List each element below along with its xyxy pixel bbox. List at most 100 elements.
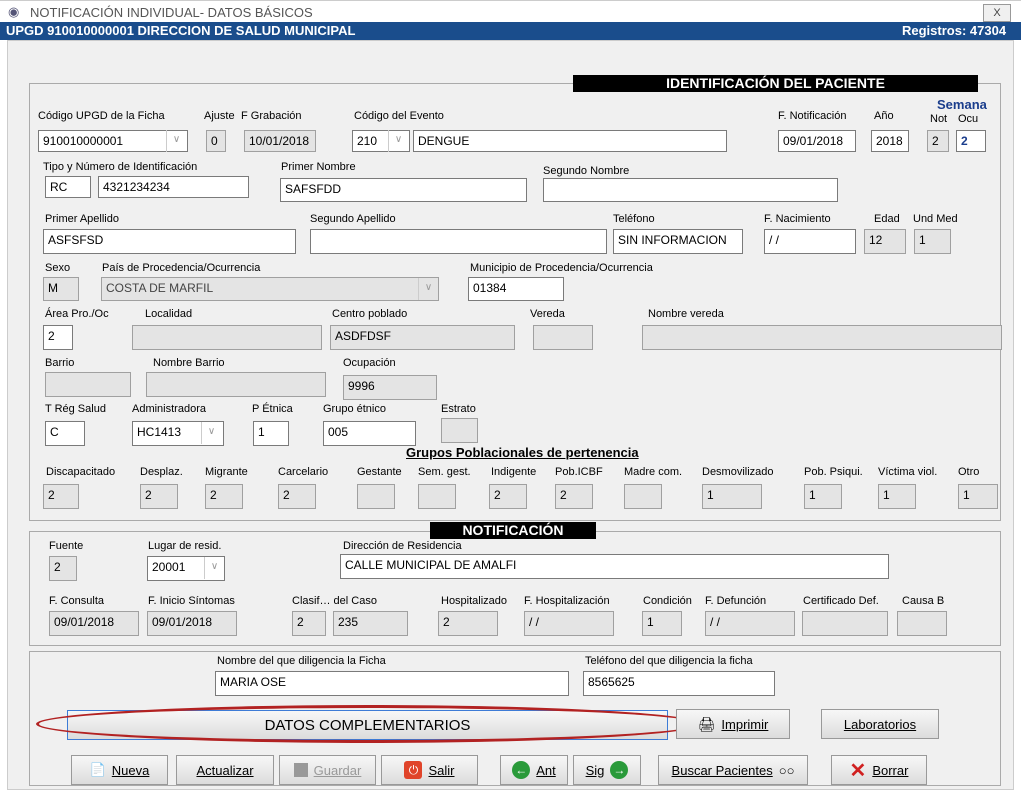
actualizar-button[interactable]: Actualizar bbox=[176, 755, 274, 785]
sexo-field[interactable]: M bbox=[43, 277, 79, 301]
telefono-field[interactable]: SIN INFORMACION bbox=[613, 229, 743, 254]
upgd-dropdown-arrow[interactable]: ∨ bbox=[166, 130, 186, 152]
buscar-pacientes-button[interactable]: Buscar Pacientes ○○ bbox=[658, 755, 808, 785]
laboratorios-label: Laboratorios bbox=[843, 716, 917, 732]
grupoetnico-field[interactable]: 005 bbox=[323, 421, 416, 446]
fconsulta-field[interactable]: 09/01/2018 bbox=[49, 611, 139, 636]
group-label: Otro bbox=[958, 466, 980, 478]
ajuste-field[interactable]: 0 bbox=[206, 130, 226, 152]
semana-ocu-field[interactable]: 2 bbox=[956, 130, 986, 152]
clasif2-field[interactable]: 235 bbox=[333, 611, 408, 636]
group-field[interactable] bbox=[418, 484, 456, 509]
centro-field[interactable]: ASDFDSF bbox=[330, 325, 515, 350]
tipoid-field[interactable]: RC bbox=[45, 176, 91, 198]
fhosp-field[interactable]: / / bbox=[524, 611, 614, 636]
group-field[interactable]: 1 bbox=[702, 484, 762, 509]
group-label: Carcelario bbox=[278, 466, 329, 478]
fnac-field[interactable]: / / bbox=[764, 229, 856, 254]
group-field[interactable]: 2 bbox=[489, 484, 527, 509]
finicio-field[interactable]: 09/01/2018 bbox=[147, 611, 237, 636]
group-field[interactable]: 1 bbox=[878, 484, 916, 509]
guardar-button[interactable]: Guardar bbox=[279, 755, 376, 785]
group-field[interactable]: 1 bbox=[804, 484, 842, 509]
fdef-label: F. Defunción bbox=[705, 595, 767, 607]
admin-dropdown-arrow[interactable]: ∨ bbox=[201, 422, 221, 444]
fdef-field[interactable]: / / bbox=[705, 611, 795, 636]
nueva-button[interactable]: 📄 Nueva bbox=[71, 755, 168, 785]
evento-name-field[interactable]: DENGUE bbox=[413, 130, 727, 152]
datos-complementarios-button[interactable]: DATOS COMPLEMENTARIOS bbox=[67, 710, 668, 740]
tel-diligencia-field[interactable]: 8565625 bbox=[583, 671, 775, 696]
undmed-field[interactable]: 1 bbox=[914, 229, 951, 254]
causab-label: Causa B bbox=[902, 595, 945, 607]
form-panel: IDENTIFICACIÓN DEL PACIENTE Código UPGD … bbox=[7, 40, 1014, 790]
centro-label: Centro poblado bbox=[332, 308, 408, 320]
barrio-field[interactable] bbox=[45, 372, 131, 397]
sexo-label: Sexo bbox=[45, 262, 71, 274]
hosp-field[interactable]: 2 bbox=[438, 611, 498, 636]
group-field[interactable]: 2 bbox=[140, 484, 178, 509]
nvereda-field[interactable] bbox=[642, 325, 1002, 350]
estrato-field[interactable] bbox=[441, 418, 478, 443]
group-field[interactable] bbox=[624, 484, 662, 509]
salir-label: Salir bbox=[428, 762, 455, 778]
area-field[interactable]: 2 bbox=[43, 325, 73, 350]
pais-field[interactable]: COSTA DE MARFIL bbox=[101, 277, 439, 301]
edad-field[interactable]: 12 bbox=[864, 229, 906, 254]
causab-field[interactable] bbox=[897, 611, 947, 636]
anio-field[interactable]: 2018 bbox=[871, 130, 909, 152]
nombre1-field[interactable]: SAFSFDD bbox=[280, 178, 527, 202]
ant-button[interactable]: ← Ant bbox=[500, 755, 568, 785]
evento-dropdown-arrow[interactable]: ∨ bbox=[388, 130, 408, 152]
fnotif-field[interactable]: 09/01/2018 bbox=[778, 130, 856, 152]
apellido1-field[interactable]: ASFSFSD bbox=[43, 229, 296, 254]
fgrab-field[interactable]: 10/01/2018 bbox=[244, 130, 316, 152]
not-label: Not bbox=[930, 113, 948, 125]
imprimir-button[interactable]: 🖨 Imprimir bbox=[676, 709, 790, 739]
group-field[interactable]: 2 bbox=[278, 484, 316, 509]
undmed-label: Und Med bbox=[913, 213, 958, 225]
treg-field[interactable]: C bbox=[45, 421, 85, 446]
direccion-field[interactable]: CALLE MUNICIPAL DE AMALFI bbox=[340, 554, 889, 579]
semana-label: Semana bbox=[937, 97, 987, 112]
group-label: Pob.ICBF bbox=[555, 466, 603, 478]
numid-field[interactable]: 4321234234 bbox=[98, 176, 249, 198]
ocupacion-label: Ocupación bbox=[343, 357, 396, 369]
ant-label: Ant bbox=[536, 762, 556, 778]
certdef-field[interactable] bbox=[802, 611, 888, 636]
petnica-field[interactable]: 1 bbox=[253, 421, 289, 446]
apellido2-field[interactable] bbox=[310, 229, 607, 254]
nombre2-field[interactable] bbox=[543, 178, 838, 202]
condicion-field[interactable]: 1 bbox=[642, 611, 682, 636]
printer-icon: 🖨 bbox=[697, 715, 716, 732]
nbarrio-field[interactable] bbox=[146, 372, 326, 397]
group-label: Discapacitado bbox=[46, 466, 116, 478]
pais-label: País de Procedencia/Ocurrencia bbox=[102, 262, 261, 274]
group-field[interactable] bbox=[357, 484, 395, 509]
group-field[interactable]: 1 bbox=[958, 484, 998, 509]
lugarres-dropdown-arrow[interactable]: ∨ bbox=[204, 557, 224, 579]
groups-title: Grupos Poblacionales de pertenencia bbox=[406, 445, 639, 460]
laboratorios-button[interactable]: Laboratorios bbox=[821, 709, 939, 739]
delete-x-icon: ✕ bbox=[849, 759, 867, 782]
ocupacion-field[interactable]: 9996 bbox=[343, 375, 437, 400]
borrar-button[interactable]: ✕ Borrar bbox=[831, 755, 927, 785]
fuente-label: Fuente bbox=[49, 540, 84, 552]
fuente-field[interactable]: 2 bbox=[49, 556, 77, 581]
semana-not-field[interactable]: 2 bbox=[927, 130, 949, 152]
sig-button[interactable]: Sig → bbox=[573, 755, 641, 785]
close-button[interactable]: X bbox=[983, 4, 1011, 22]
clasif1-field[interactable]: 2 bbox=[292, 611, 326, 636]
vereda-label: Vereda bbox=[530, 308, 565, 320]
municipio-field[interactable]: 01384 bbox=[468, 277, 564, 301]
pais-dropdown-arrow[interactable]: ∨ bbox=[418, 278, 438, 300]
nombre-diligencia-field[interactable]: MARIA OSE bbox=[215, 671, 569, 696]
fhosp-label: F. Hospitalización bbox=[524, 595, 610, 607]
salir-button[interactable]: ⏻ Salir bbox=[381, 755, 478, 785]
vereda-field[interactable] bbox=[533, 325, 593, 350]
group-field[interactable]: 2 bbox=[555, 484, 593, 509]
localidad-field[interactable] bbox=[132, 325, 322, 350]
actualizar-label: Actualizar bbox=[196, 762, 254, 778]
group-field[interactable]: 2 bbox=[205, 484, 243, 509]
group-field[interactable]: 2 bbox=[43, 484, 79, 509]
